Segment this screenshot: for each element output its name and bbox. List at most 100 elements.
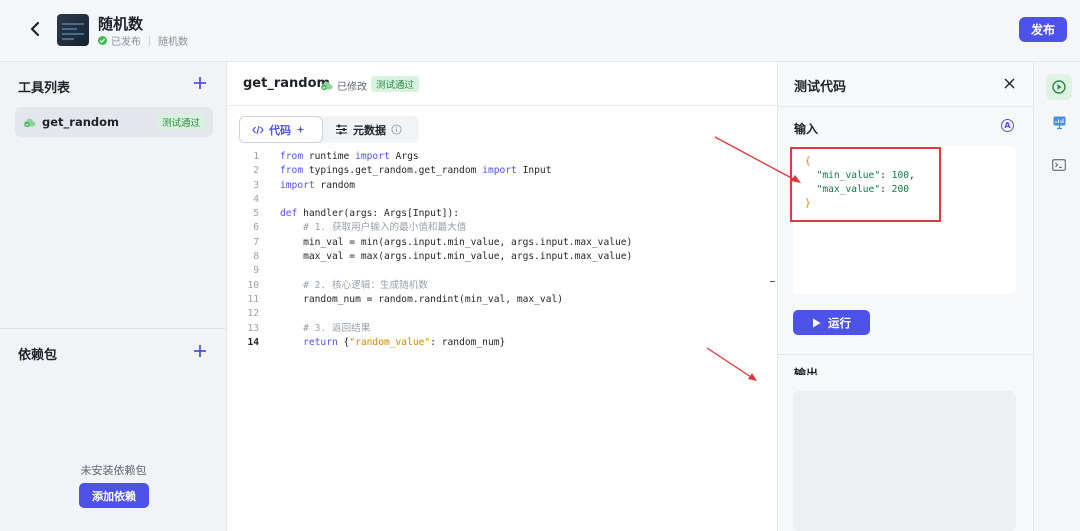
line-number: 2	[253, 165, 259, 177]
line-content: min_val = min(args.input.min_value, args…	[280, 236, 633, 248]
code-content[interactable]: 1 from runtime import Args 2 from typings.g…	[227, 150, 777, 350]
close-test-panel-button[interactable]	[1000, 74, 1018, 92]
test-run-icon	[1052, 80, 1066, 94]
terminal-icon	[1052, 159, 1066, 171]
test-passed-badge: 测试通过	[156, 114, 205, 130]
code-line[interactable]: 10 # 2. 核心逻辑：生成随机数	[227, 279, 777, 293]
tab-code[interactable]: 代码	[239, 116, 323, 143]
line-content: max_val = max(args.input.min_value, args…	[280, 251, 633, 263]
line-number: 5	[253, 208, 259, 220]
code-line[interactable]: 6 # 1. 获取用户输入的最小值和最大值	[227, 221, 777, 235]
line-number: 10	[247, 279, 259, 291]
line-number: 6	[253, 222, 259, 234]
line-number: 13	[247, 322, 259, 334]
monitor-icon	[1053, 116, 1065, 129]
subtitle-text: 随机数	[158, 37, 188, 48]
left-sidebar: 工具列表 get_random 测试通过 依赖包 未安装依赖包 添加依赖	[0, 62, 227, 531]
auto-fill-icon[interactable]: A	[1001, 119, 1014, 132]
tab-code-label: 代码	[269, 123, 291, 137]
editor-tabs: 代码 元数据	[239, 116, 419, 143]
chevron-left-icon	[30, 21, 40, 37]
input-label: 输入	[794, 122, 819, 136]
code-line[interactable]: 4	[227, 193, 777, 207]
code-line[interactable]: 8 max_val = max(args.input.min_value, ar…	[227, 250, 777, 264]
plus-icon	[194, 77, 206, 89]
right-tool-rail	[1033, 62, 1080, 531]
line-content: random_num = random.randint(min_val, max…	[280, 293, 564, 305]
line-number: 8	[253, 251, 259, 263]
publish-status: 已发布 随机数	[98, 33, 188, 48]
file-title: get_random	[243, 76, 331, 91]
sliders-icon	[336, 124, 347, 135]
line-number: 4	[253, 193, 259, 205]
code-line[interactable]: 7 min_val = min(args.input.min_value, ar…	[227, 236, 777, 250]
panel-divider	[778, 354, 1034, 355]
line-content: # 2. 核心逻辑：生成随机数	[303, 279, 428, 291]
page-title: 随机数	[98, 15, 144, 33]
line-content: # 1. 获取用户输入的最小值和最大值	[303, 222, 467, 234]
line-content: # 3. 返回结果	[303, 322, 371, 334]
rail-terminal-button[interactable]	[1046, 152, 1072, 178]
add-tool-button[interactable]	[193, 76, 207, 94]
check-circle-icon	[98, 36, 107, 45]
code-line[interactable]: 11 random_num = random.randint(min_val, …	[227, 293, 777, 307]
run-label: 运行	[828, 315, 851, 330]
tab-metadata[interactable]: 元数据	[335, 116, 419, 143]
status-text: 已发布	[111, 37, 141, 48]
info-icon[interactable]	[391, 124, 402, 135]
modified-status: 已修改	[320, 78, 367, 93]
tools-list-title: 工具列表	[18, 81, 71, 96]
code-editor-panel: get_random 已修改 测试通过 代码 元数据 1 from runtime…	[227, 62, 777, 531]
line-number: 11	[247, 293, 259, 305]
code-line[interactable]: 13 # 3. 返回结果	[227, 322, 777, 336]
code-icon	[252, 125, 264, 134]
deps-title: 依赖包	[18, 348, 58, 363]
tool-name: get_random	[42, 115, 120, 129]
output-area	[793, 391, 1016, 531]
annotation-highlight-box	[790, 147, 941, 222]
test-panel-title: 测试代码	[794, 80, 847, 95]
line-number: 3	[253, 179, 259, 191]
line-content: from typings.get_random.get_random impor…	[280, 165, 552, 177]
panel-divider	[778, 106, 1034, 107]
code-line[interactable]: 12	[227, 307, 777, 321]
test-passed-badge: 测试通过	[371, 76, 420, 92]
rail-test-run-button[interactable]	[1046, 74, 1072, 100]
line-content: return {"random_value": random_num}	[303, 336, 506, 348]
tool-item-get-random[interactable]: get_random 测试通过	[15, 107, 213, 137]
line-content: def handler(args: Args[Input]):	[280, 208, 460, 220]
text-cursor	[770, 281, 775, 282]
modified-text: 已修改	[337, 82, 367, 93]
editor-header: get_random 已修改 测试通过	[227, 62, 777, 106]
publish-button[interactable]: 发布	[1019, 17, 1067, 42]
app-header: 随机数 已发布 随机数 发布	[0, 0, 1080, 62]
line-content: from runtime import Args	[280, 151, 419, 162]
close-icon	[1004, 78, 1014, 88]
code-line[interactable]: 5 def handler(args: Args[Input]):	[227, 207, 777, 221]
run-button[interactable]: 运行	[793, 310, 870, 335]
code-line[interactable]: 3 import random	[227, 179, 777, 193]
line-number: 12	[247, 308, 259, 320]
tab-metadata-label: 元数据	[353, 123, 386, 137]
code-line[interactable]: 1 from runtime import Args	[227, 150, 777, 164]
rail-monitor-button[interactable]	[1046, 109, 1072, 135]
app-thumbnail	[57, 14, 89, 46]
line-number: 7	[253, 236, 259, 248]
line-number: 14	[247, 336, 259, 348]
cloud-check-icon	[321, 81, 333, 91]
back-button[interactable]	[24, 18, 46, 40]
deps-empty-text: 未安装依赖包	[80, 464, 147, 477]
add-dependency-button[interactable]: 添加依赖	[79, 483, 149, 508]
code-line[interactable]: 9	[227, 264, 777, 278]
plus-icon	[194, 345, 206, 357]
code-line[interactable]: 2 from typings.get_random.get_random impo…	[227, 164, 777, 178]
cloud-check-icon	[24, 118, 36, 127]
test-panel: 测试代码 输入 A { "min_value": 100, "max_value…	[777, 62, 1034, 531]
play-icon	[813, 318, 821, 327]
line-content: import random	[280, 179, 356, 191]
add-dep-plus-button[interactable]	[193, 344, 207, 362]
line-number: 9	[253, 265, 259, 277]
line-number: 1	[253, 151, 259, 162]
code-line[interactable]: 14 return {"random_value": random_num}	[227, 336, 777, 350]
sidebar-divider	[0, 328, 227, 329]
